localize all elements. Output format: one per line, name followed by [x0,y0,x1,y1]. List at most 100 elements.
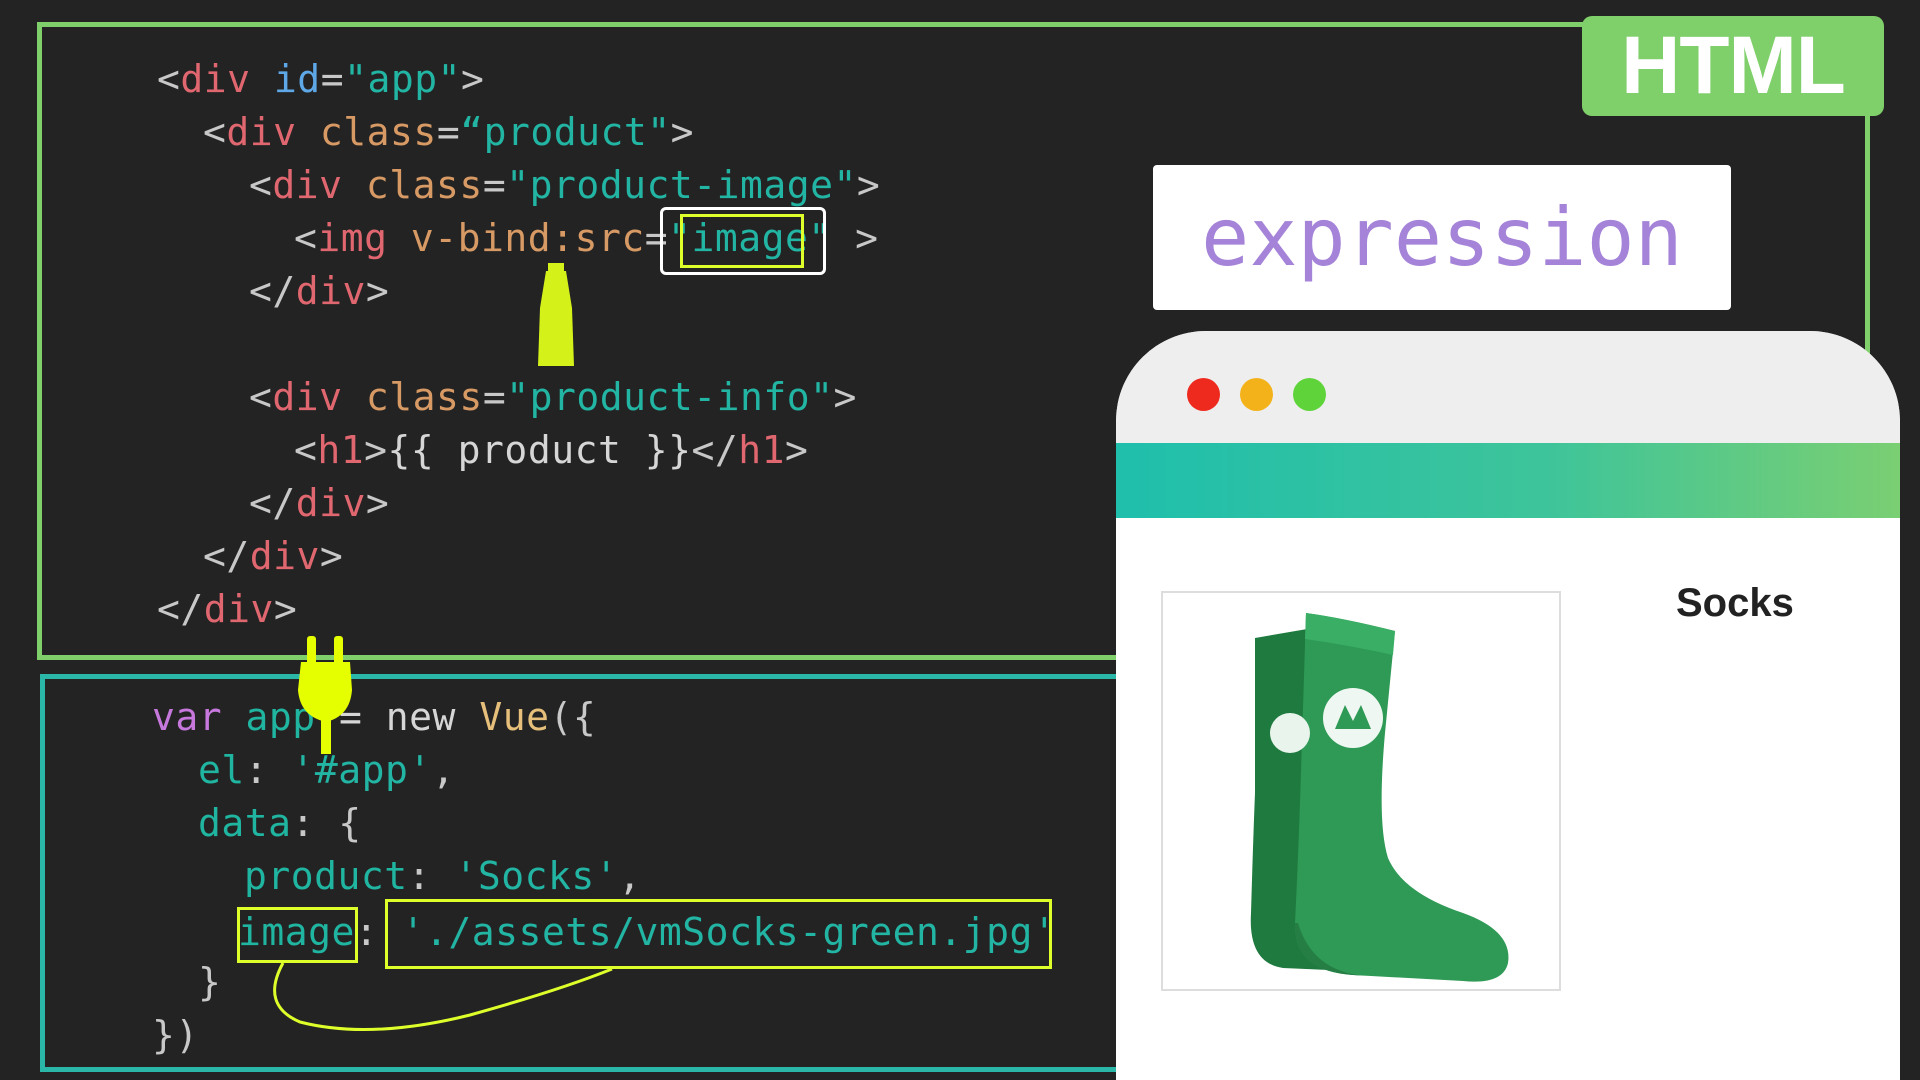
js-code-token: '#app' [291,748,432,792]
html-code-line-5: </div> [249,265,389,317]
html-code-token: > [365,481,390,525]
js-code-line-1: var app = new Vue({ [152,691,596,743]
product-title: Socks [1676,581,1794,625]
js-code-line-7: }) [152,1009,199,1061]
html-code-token: > [273,587,298,631]
html-code-token: div [249,534,320,578]
html-code-token [343,375,366,419]
html-code-token [343,163,366,207]
html-code-token: > [364,428,388,472]
html-code-token: h1 [738,428,785,472]
html-code-token: div [203,587,274,631]
html-code-line-9: </div> [203,530,343,582]
js-code-token: : [244,748,269,792]
html-code-token: = [644,216,669,260]
html-code-token: "product-info" [506,375,834,419]
js-code-token [315,801,338,845]
html-code-token: div [180,57,251,101]
html-code-token: </ [249,481,296,525]
browser-navbar [1116,443,1900,518]
js-code-token: './assets/vmSocks-green.jpg' [401,910,1057,954]
html-code-token: {{ product }} [387,428,692,472]
html-code-token: > [319,534,344,578]
js-code-token [378,910,401,954]
html-code-token: < [203,110,227,154]
js-code-line-2: el: '#app', [198,744,455,796]
html-code-token: </ [249,269,296,313]
html-code-token: div [295,269,366,313]
html-code-token: < [294,428,318,472]
js-code-token: var [152,695,223,739]
js-code-token [268,748,291,792]
html-code-token: > [365,269,390,313]
html-code-token: < [294,216,318,260]
js-code-token: , [618,854,642,898]
browser-titlebar [1116,331,1900,443]
html-code-token: class [319,110,437,154]
js-code-token: : [291,801,315,845]
js-code-line-3: data: { [198,797,362,849]
html-code-line-10: </div> [157,583,297,635]
html-code-token: "product-image" [506,163,857,207]
html-code-line-3: <div class="product-image"> [249,159,880,211]
green-sock-image-icon [1250,613,1509,982]
js-code-token: Vue [479,695,550,739]
html-code-line-1: <div id="app"> [157,53,484,105]
js-code-token [431,854,454,898]
html-code-token: > [856,163,881,207]
product-image [1161,591,1561,991]
html-code-token: “product" [460,110,671,154]
js-code-token: : [407,854,432,898]
html-code-token: = [436,110,461,154]
maximize-window-dot[interactable] [1293,378,1326,411]
html-code-token: </ [203,534,250,578]
html-code-token: > [833,375,857,419]
html-code-token: = [482,163,507,207]
html-code-token [388,216,411,260]
html-code-token: > [785,428,809,472]
js-code-token: data [198,801,292,845]
html-code-token: div [295,481,366,525]
html-code-line-7: <h1>{{ product }}</h1> [294,424,808,476]
js-code-token: ({ [549,695,597,739]
html-code-token: div [272,375,343,419]
js-code-token: 'Socks' [454,854,619,898]
js-code-token: : [354,910,379,954]
html-code-token: h1 [317,428,365,472]
js-code-token: image [238,910,355,954]
html-code-token: img [317,216,388,260]
html-code-token [297,110,320,154]
html-code-token: "image" [668,216,832,260]
html-code-token: = [482,375,507,419]
js-code-line-5: image: './assets/vmSocks-green.jpg' [238,906,1056,958]
js-code-line-4: product: 'Socks', [244,850,641,902]
html-code-token: div [272,163,343,207]
html-code-token: < [157,57,181,101]
html-code-token: class [365,163,483,207]
html-code-token: id [273,57,321,101]
html-code-token: div [226,110,297,154]
js-code-token: }) [152,1013,199,1057]
js-code-token: app [245,695,316,739]
html-code-token: > [670,110,694,154]
close-window-dot[interactable] [1187,378,1220,411]
js-code-line-6: } [198,956,221,1008]
html-code-token: v-bind:src [410,216,645,260]
expression-label: expression [1153,165,1731,310]
js-code-token: , [431,748,456,792]
html-code-token: class [365,375,483,419]
js-code-token: = new [315,695,480,739]
html-badge: HTML [1582,16,1884,116]
js-code-token: { [338,801,362,845]
html-code-token: </ [691,428,739,472]
html-code-token [251,57,274,101]
js-code-token: el [198,748,245,792]
html-code-token: "app" [344,57,461,101]
html-code-token: > [460,57,485,101]
html-code-line-4: <img v-bind:src="image" > [294,212,879,264]
html-code-token: = [320,57,345,101]
html-code-token: </ [157,587,204,631]
html-code-line-6: <div class="product-info"> [249,371,857,423]
minimize-window-dot[interactable] [1240,378,1273,411]
video-frame: <div id="app"> <div class=“product"> <div … [0,0,1920,1080]
